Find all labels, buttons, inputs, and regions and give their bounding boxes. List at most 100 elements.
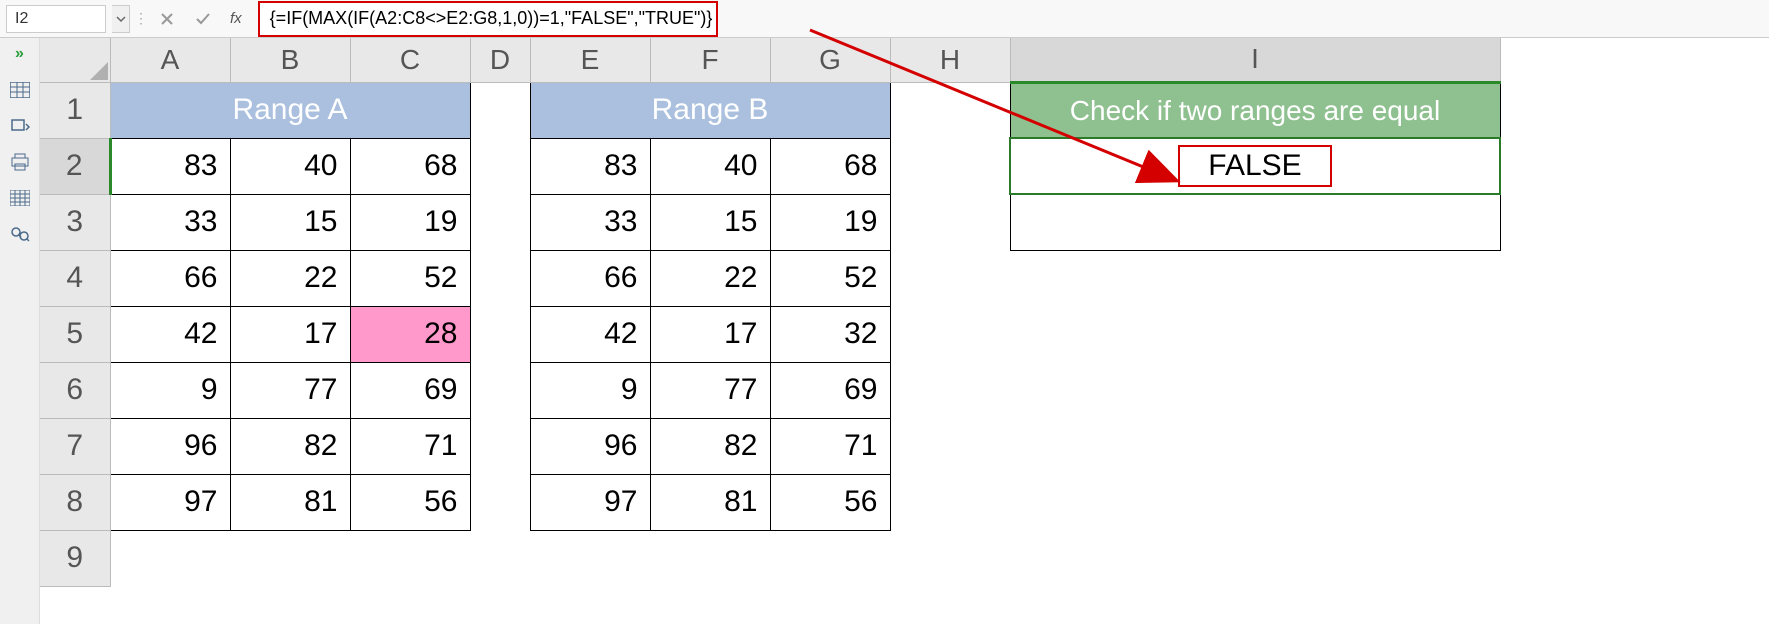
cell-G4[interactable]: 52 — [770, 250, 890, 306]
formula-input[interactable]: {=IF(MAX(IF(A2:C8<>E2:G8,1,0))=1,"FALSE"… — [258, 1, 718, 37]
cancel-button[interactable] — [152, 5, 182, 33]
cell-I4[interactable] — [1010, 250, 1500, 306]
cell-C6[interactable]: 69 — [350, 362, 470, 418]
cell-C8[interactable]: 56 — [350, 474, 470, 530]
cell-C5[interactable]: 28 — [350, 306, 470, 362]
cell-H3[interactable] — [890, 194, 1010, 250]
cell-A5[interactable]: 42 — [110, 306, 230, 362]
cell-I5[interactable] — [1010, 306, 1500, 362]
cell-D2[interactable] — [470, 138, 530, 194]
spreadsheet-grid[interactable]: ABCDEFGHI1Range ARange BCheck if two ran… — [40, 38, 1769, 624]
cell-A2[interactable]: 83 — [110, 138, 230, 194]
column-header-D[interactable]: D — [470, 38, 530, 82]
cell-B8[interactable]: 81 — [230, 474, 350, 530]
cell-E6[interactable]: 9 — [530, 362, 650, 418]
column-header-F[interactable]: F — [650, 38, 770, 82]
column-header-B[interactable]: B — [230, 38, 350, 82]
cell-B7[interactable]: 82 — [230, 418, 350, 474]
cell-B2[interactable]: 40 — [230, 138, 350, 194]
find-icon[interactable] — [8, 224, 32, 244]
print-icon[interactable] — [8, 152, 32, 172]
cell-G9[interactable] — [770, 530, 890, 586]
cell-H1[interactable] — [890, 82, 1010, 138]
row-header-8[interactable]: 8 — [40, 474, 110, 530]
row-header-7[interactable]: 7 — [40, 418, 110, 474]
cell-A3[interactable]: 33 — [110, 194, 230, 250]
accept-button[interactable] — [188, 5, 218, 33]
grid-icon[interactable] — [8, 188, 32, 208]
cell-H2[interactable] — [890, 138, 1010, 194]
cell-B3[interactable]: 15 — [230, 194, 350, 250]
cell-F8[interactable]: 81 — [650, 474, 770, 530]
check-header[interactable]: Check if two ranges are equal — [1010, 82, 1500, 138]
cell-E2[interactable]: 83 — [530, 138, 650, 194]
cell-I9[interactable] — [1010, 530, 1500, 586]
cell-B4[interactable]: 22 — [230, 250, 350, 306]
cell-A7[interactable]: 96 — [110, 418, 230, 474]
range-b-header[interactable]: Range B — [530, 82, 890, 138]
cell-A9[interactable] — [110, 530, 230, 586]
cell-E7[interactable]: 96 — [530, 418, 650, 474]
cell-F6[interactable]: 77 — [650, 362, 770, 418]
cell-I8[interactable] — [1010, 474, 1500, 530]
expand-toggle-icon[interactable]: » — [8, 44, 32, 64]
cell-D6[interactable] — [470, 362, 530, 418]
result-cell[interactable]: FALSE — [1010, 138, 1500, 194]
cell-E5[interactable]: 42 — [530, 306, 650, 362]
cell-G8[interactable]: 56 — [770, 474, 890, 530]
cell-E4[interactable]: 66 — [530, 250, 650, 306]
cell-F9[interactable] — [650, 530, 770, 586]
cell-C9[interactable] — [350, 530, 470, 586]
cell-A6[interactable]: 9 — [110, 362, 230, 418]
row-header-1[interactable]: 1 — [40, 82, 110, 138]
cell-H4[interactable] — [890, 250, 1010, 306]
cell-H7[interactable] — [890, 418, 1010, 474]
cell-H6[interactable] — [890, 362, 1010, 418]
cell-F4[interactable]: 22 — [650, 250, 770, 306]
row-header-4[interactable]: 4 — [40, 250, 110, 306]
row-header-2[interactable]: 2 — [40, 138, 110, 194]
row-header-3[interactable]: 3 — [40, 194, 110, 250]
cell-H8[interactable] — [890, 474, 1010, 530]
cell-G3[interactable]: 19 — [770, 194, 890, 250]
table-icon[interactable] — [8, 80, 32, 100]
column-header-C[interactable]: C — [350, 38, 470, 82]
row-header-6[interactable]: 6 — [40, 362, 110, 418]
name-box-dropdown[interactable] — [112, 5, 130, 33]
cell-D7[interactable] — [470, 418, 530, 474]
cell-F3[interactable]: 15 — [650, 194, 770, 250]
cell-D5[interactable] — [470, 306, 530, 362]
cell-B6[interactable]: 77 — [230, 362, 350, 418]
row-header-9[interactable]: 9 — [40, 530, 110, 586]
cell-B5[interactable]: 17 — [230, 306, 350, 362]
range-a-header[interactable]: Range A — [110, 82, 470, 138]
cell-D9[interactable] — [470, 530, 530, 586]
column-header-E[interactable]: E — [530, 38, 650, 82]
name-box[interactable]: I2 — [6, 5, 106, 33]
insert-icon[interactable] — [8, 116, 32, 136]
cell-D4[interactable] — [470, 250, 530, 306]
cell-E8[interactable]: 97 — [530, 474, 650, 530]
column-header-H[interactable]: H — [890, 38, 1010, 82]
cell-H9[interactable] — [890, 530, 1010, 586]
cell-G6[interactable]: 69 — [770, 362, 890, 418]
cell-C3[interactable]: 19 — [350, 194, 470, 250]
cell-I7[interactable] — [1010, 418, 1500, 474]
cell-E9[interactable] — [530, 530, 650, 586]
column-header-A[interactable]: A — [110, 38, 230, 82]
cell-F7[interactable]: 82 — [650, 418, 770, 474]
cell-G5[interactable]: 32 — [770, 306, 890, 362]
cell-D1[interactable] — [470, 82, 530, 138]
cell-F5[interactable]: 17 — [650, 306, 770, 362]
cell-A4[interactable]: 66 — [110, 250, 230, 306]
cell-G2[interactable]: 68 — [770, 138, 890, 194]
cell-G7[interactable]: 71 — [770, 418, 890, 474]
cell-D8[interactable] — [470, 474, 530, 530]
fx-label[interactable]: fx — [224, 10, 248, 27]
cell-B9[interactable] — [230, 530, 350, 586]
cell-I3[interactable] — [1010, 194, 1500, 250]
cell-C4[interactable]: 52 — [350, 250, 470, 306]
cell-A8[interactable]: 97 — [110, 474, 230, 530]
select-all-corner[interactable] — [40, 38, 110, 82]
column-header-G[interactable]: G — [770, 38, 890, 82]
